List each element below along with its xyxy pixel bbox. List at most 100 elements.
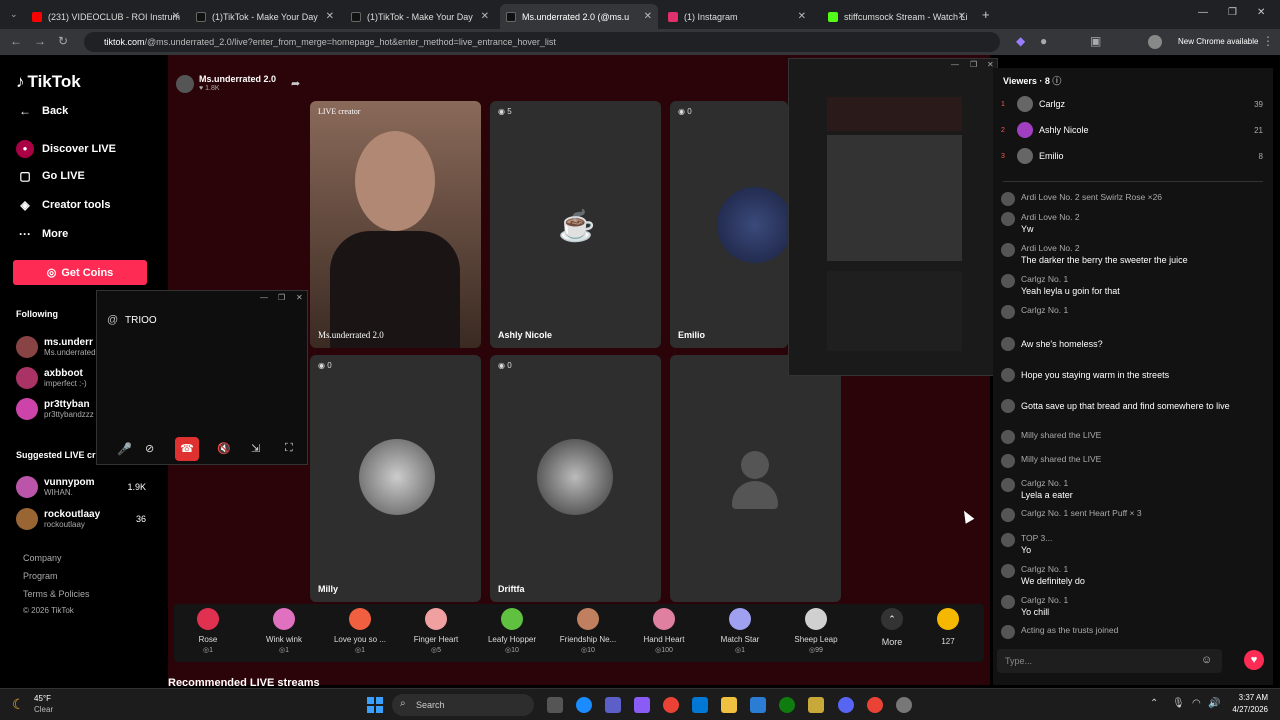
weather-temp[interactable]: 45°F [34, 694, 51, 703]
microphone-icon[interactable]: 🎙 [1172, 698, 1185, 709]
microphone-icon[interactable]: 🎤 [117, 442, 132, 456]
extensions-puzzle-icon[interactable]: ▣ [1090, 34, 1101, 48]
discord-icon[interactable] [838, 697, 854, 713]
menu-dots-icon[interactable]: ⋮ [1262, 34, 1274, 48]
new-chrome-label[interactable]: New Chrome available [1178, 37, 1258, 46]
viewer-row[interactable]: 2 Ashly Nicole 21 [1001, 122, 1263, 138]
copilot-icon[interactable] [634, 697, 650, 713]
get-coins-button[interactable]: ◎ Get Coins [13, 260, 147, 285]
guest-cell[interactable]: ◉ 5 ☕ Ashly Nicole [490, 101, 661, 348]
gift-item[interactable]: Friendship Ne... ◎10 [556, 608, 620, 654]
guest-cell-host[interactable]: LIVE creator Ms.underrated 2.0 [310, 101, 481, 348]
store-icon[interactable] [692, 697, 708, 713]
tab-5[interactable]: (1) Instagram ✕ [662, 4, 812, 29]
back-arrow-icon[interactable]: ← [10, 34, 22, 48]
gift-item[interactable]: Sheep Leap ◎99 [784, 608, 848, 654]
back-button[interactable]: ← Back [16, 104, 68, 118]
viewer-row[interactable]: 3 Emilio 8 [1001, 148, 1263, 164]
nav-go-live[interactable]: ▢ Go LIVE [16, 169, 84, 183]
gift-item[interactable]: Match Star ◎1 [708, 608, 772, 654]
chrome-icon[interactable] [663, 697, 679, 713]
minimize-button[interactable]: — [1198, 7, 1208, 18]
nav-discover-live[interactable]: ● Discover LIVE [16, 140, 116, 158]
screen-share-off-icon[interactable]: ⇲ [251, 442, 260, 455]
file-explorer-icon[interactable] [721, 697, 737, 713]
minimize-button[interactable]: — [951, 60, 959, 69]
maximize-button[interactable]: ❐ [970, 60, 977, 69]
emoji-icon[interactable]: ☺ [1201, 654, 1212, 666]
gift-item[interactable]: Wink wink ◎1 [252, 608, 316, 654]
gift-item[interactable]: Rose ◎1 [176, 608, 240, 654]
info-icon[interactable]: ⓘ [1052, 76, 1061, 86]
tab-1[interactable]: (231) VIDEOCLUB - ROI Instrum ✕ [26, 4, 186, 29]
xbox-icon[interactable] [779, 697, 795, 713]
new-tab-button[interactable]: + [982, 7, 990, 22]
tab-6[interactable]: stiffcumsock Stream - Watch Li ✕ [822, 4, 972, 29]
guest-cell[interactable]: ◉ 0 Milly [310, 355, 481, 602]
maximize-button[interactable]: ❐ [1228, 7, 1237, 18]
host-name[interactable]: Ms.underrated 2.0 [199, 74, 276, 84]
task-view-icon[interactable] [547, 697, 563, 713]
chat-input[interactable]: Type... ☺ [997, 649, 1222, 673]
share-icon[interactable]: ➦ [291, 77, 300, 90]
suggested-item[interactable]: rockoutlaay rockoutlaay 36 [16, 508, 146, 530]
call-window[interactable]: — ❐ ✕ @ TRIOO 🎤 ⊘ ☎ 🔇 ⇲ ⛶ [96, 290, 308, 465]
gift-item[interactable]: Love you so ... ◎1 [328, 608, 392, 654]
following-item[interactable]: axbboot imperfect :-) [16, 367, 87, 389]
host-avatar[interactable] [176, 75, 194, 93]
close-icon[interactable]: ✕ [481, 11, 489, 22]
teams-icon[interactable] [605, 697, 621, 713]
gift-item[interactable]: Leafy Hopper ◎10 [480, 608, 544, 654]
clock-date[interactable]: 4/27/2026 [1226, 705, 1268, 714]
close-icon[interactable]: ✕ [326, 11, 334, 22]
close-icon[interactable]: ✕ [958, 11, 966, 22]
suggested-item[interactable]: vunnypom WIHAN. 1.9K [16, 476, 146, 498]
reload-icon[interactable]: ↻ [58, 34, 68, 48]
footer-terms-link[interactable]: Terms & Policies [23, 589, 90, 599]
extension-icon[interactable]: ◆ [1016, 34, 1025, 48]
app-icon[interactable] [896, 697, 912, 713]
gifts-more-button[interactable]: ⌃ More [860, 608, 924, 647]
maximize-button[interactable]: ❐ [278, 293, 285, 302]
taskbar-search[interactable]: ⌕ Search [392, 694, 534, 716]
close-icon[interactable]: ✕ [172, 11, 180, 22]
nav-creator-tools[interactable]: ◈ Creator tools [16, 198, 110, 212]
camera-off-icon[interactable]: ⊘ [145, 442, 154, 455]
speaker-mute-icon[interactable]: 🔇 [217, 442, 231, 455]
wifi-icon[interactable]: ◠ [1192, 698, 1201, 709]
app-icon[interactable] [750, 697, 766, 713]
tab-2[interactable]: (1)TikTok - Make Your Day ✕ [190, 4, 340, 29]
gift-item[interactable]: Hand Heart ◎100 [632, 608, 696, 654]
volume-icon[interactable]: 🔊 [1208, 698, 1220, 709]
profile-avatar[interactable] [1148, 35, 1162, 49]
minimize-button[interactable]: — [260, 293, 268, 302]
following-item[interactable]: ms.underr Ms.underrated [16, 336, 96, 358]
chrome-icon[interactable] [867, 697, 883, 713]
mini-screen-preview[interactable]: — ❐ ✕ [788, 58, 998, 376]
tray-chevron-icon[interactable]: ⌃ [1150, 698, 1158, 709]
app-icon[interactable] [808, 697, 824, 713]
close-button[interactable]: ✕ [296, 293, 303, 302]
extension-icon[interactable]: ● [1040, 34, 1047, 48]
windows-start-icon[interactable] [367, 697, 383, 713]
footer-program-link[interactable]: Program [23, 571, 58, 581]
forward-arrow-icon[interactable]: → [34, 34, 46, 48]
close-icon[interactable]: ✕ [644, 11, 652, 22]
nav-more[interactable]: ··· More [16, 227, 68, 241]
tab-search-icon[interactable]: ⌄ [10, 9, 18, 20]
url-field[interactable]: tiktok.com/@ms.underrated_2.0/live?enter… [84, 32, 1000, 52]
tab-4[interactable]: Ms.underrated 2.0 (@ms.u ✕ [500, 4, 658, 29]
hang-up-button[interactable]: ☎ [175, 437, 199, 461]
viewer-row[interactable]: 1 Carlgz 39 [1001, 96, 1263, 112]
heart-like-button[interactable]: ♥ [1244, 650, 1264, 670]
following-item[interactable]: pr3ttyban pr3ttybandzzz [16, 398, 94, 420]
tab-3[interactable]: (1)TikTok - Make Your Day ✕ [345, 4, 495, 29]
clock-time[interactable]: 3:37 AM [1226, 693, 1268, 702]
edge-icon[interactable] [576, 697, 592, 713]
guest-cell[interactable]: ◉ 0 Driftfa [490, 355, 661, 602]
coin-balance[interactable]: 127 [916, 608, 980, 646]
tiktok-logo[interactable]: ♪ TikTok [16, 72, 81, 92]
guest-cell[interactable]: ◉ 0 Emilio [670, 101, 788, 348]
fullscreen-icon[interactable]: ⛶ [285, 442, 293, 455]
guest-cell-empty[interactable] [670, 355, 841, 602]
